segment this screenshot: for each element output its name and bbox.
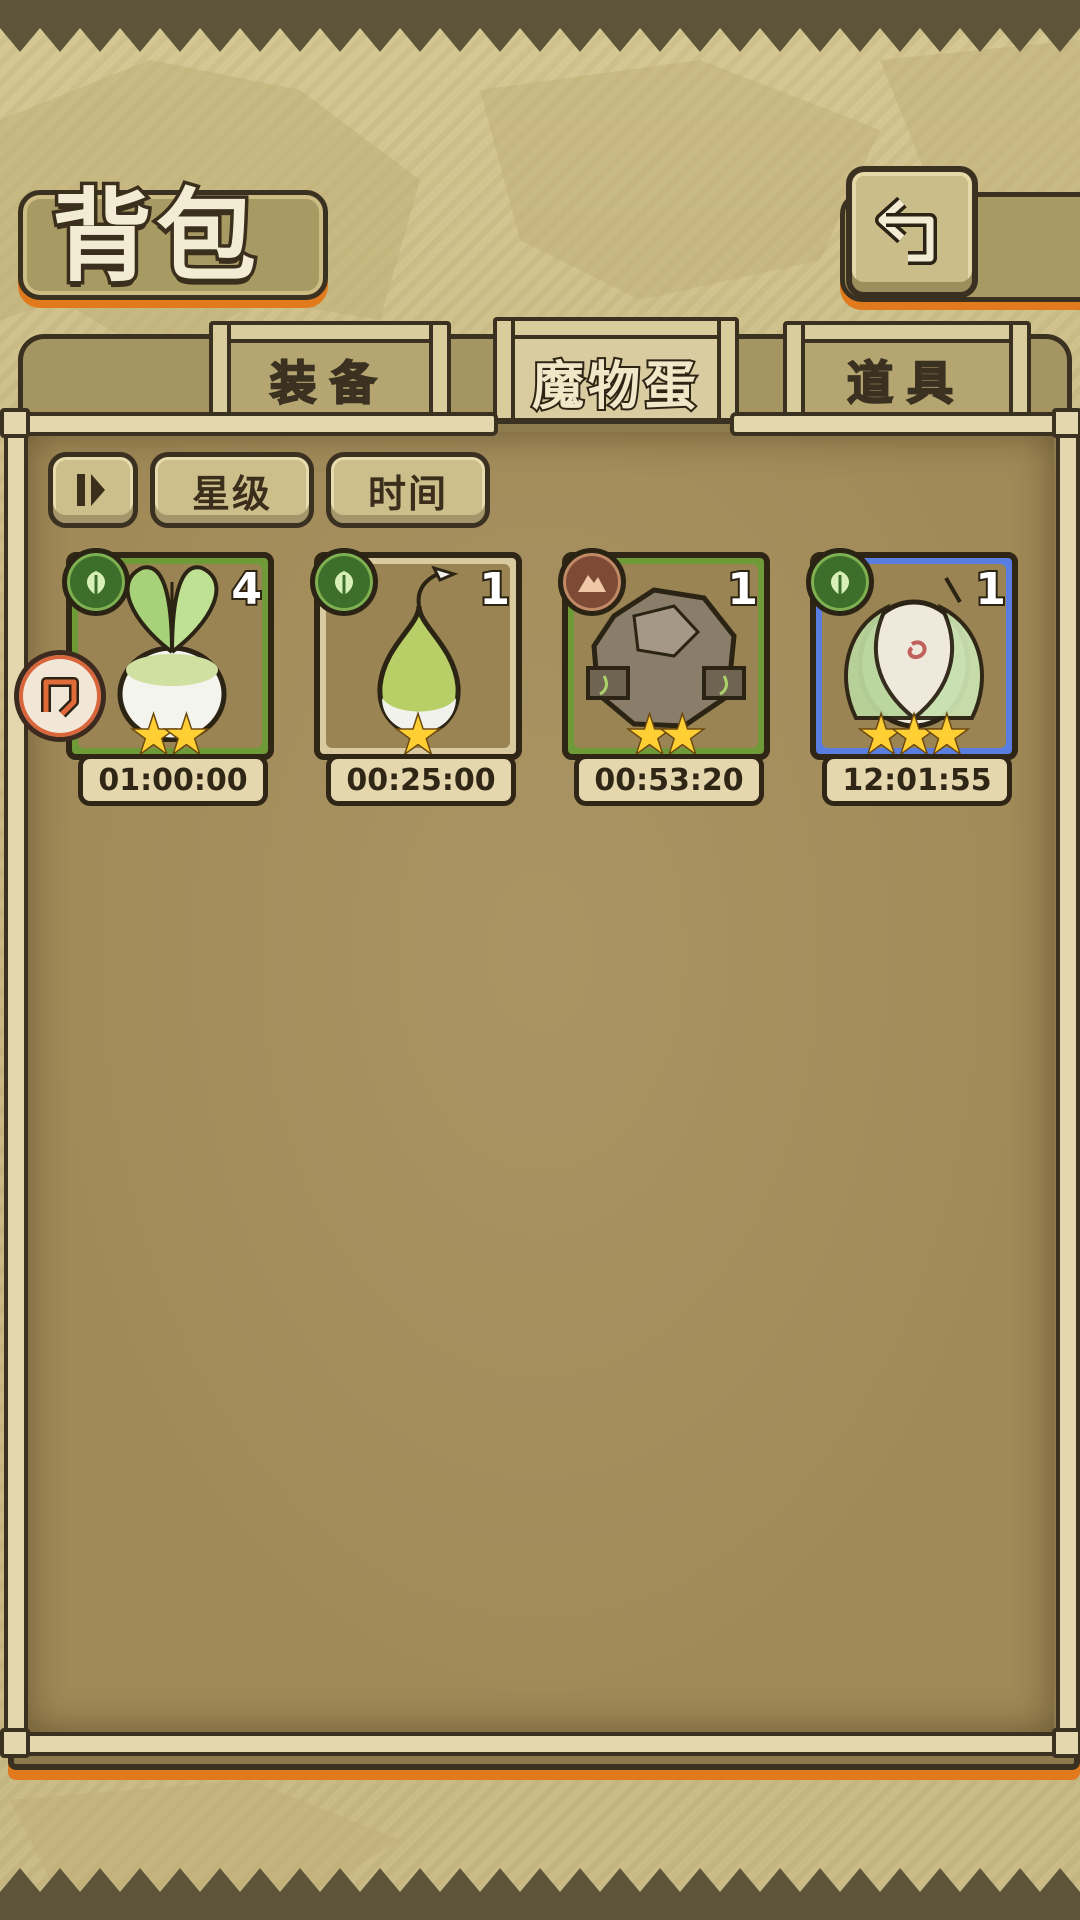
panel-corner xyxy=(0,408,30,438)
decompose-arrow-icon xyxy=(41,677,79,718)
panel-frame-top xyxy=(20,412,498,436)
sort-by-stars-label: 星级 xyxy=(191,471,272,516)
egg-timer: 00:25:00 xyxy=(326,754,516,806)
tab-beam xyxy=(225,321,435,343)
egg-count: 1 xyxy=(477,562,512,617)
leaf-icon xyxy=(830,571,850,595)
tab-beam xyxy=(509,317,723,339)
egg-timer-text: 00:25:00 xyxy=(346,762,496,798)
sort-order-toggle-button[interactable] xyxy=(48,452,138,528)
star-rating: ★ ★ xyxy=(568,706,764,764)
star-rating: ★ ★ xyxy=(72,706,268,764)
egg-count: 1 xyxy=(725,562,760,617)
panel-corner xyxy=(1052,1728,1080,1758)
leaf-icon xyxy=(334,571,354,595)
star-rating: ★ ★ ★ xyxy=(816,706,1012,764)
earth-element-badge xyxy=(558,548,626,616)
decompose-button[interactable] xyxy=(14,650,106,742)
egg-timer-text: 00:53:20 xyxy=(594,762,744,798)
panel-corner xyxy=(1052,408,1080,438)
star-icon: ★ xyxy=(923,706,971,764)
tab-equipment-label: 装备 xyxy=(269,355,390,411)
plant-element-badge xyxy=(310,548,378,616)
egg-timer: 01:00:00 xyxy=(78,754,268,806)
egg-card-rock[interactable]: 1 ★ ★ xyxy=(558,548,770,764)
egg-timer: 12:01:55 xyxy=(822,754,1012,806)
egg-timer-text: 12:01:55 xyxy=(842,762,992,798)
egg-card-turnip[interactable]: 4 ★ ★ xyxy=(62,548,274,764)
egg-card-bulb[interactable]: 1 ★ xyxy=(310,548,522,764)
plant-element-badge xyxy=(806,548,874,616)
tab-monster-eggs-label: 魔物蛋 xyxy=(530,354,700,419)
sort-by-time-button[interactable]: 时间 xyxy=(326,452,490,528)
egg-card-leaf[interactable]: 1 ★ ★ ★ xyxy=(806,548,1018,764)
mountain-icon xyxy=(578,575,606,592)
panel-frame-bottom xyxy=(20,1732,1068,1756)
panel-frame-right xyxy=(1056,420,1080,1738)
egg-timer-text: 01:00:00 xyxy=(98,762,248,798)
panel-frame-left xyxy=(4,420,28,1738)
egg-timer: 00:53:20 xyxy=(574,754,764,806)
egg-count: 1 xyxy=(973,562,1008,617)
panel-frame-top xyxy=(730,412,1068,436)
page-title: 背包 xyxy=(49,174,260,299)
sort-by-stars-button[interactable]: 星级 xyxy=(150,452,314,528)
back-arrow-icon xyxy=(875,196,937,265)
star-icon: ★ xyxy=(394,706,442,764)
sort-by-time-label: 时间 xyxy=(367,471,448,516)
sort-toggle-icon xyxy=(77,474,105,506)
plant-element-badge xyxy=(62,548,130,616)
tab-items-label: 道具 xyxy=(846,355,967,411)
top-zigzag-border xyxy=(0,0,1080,52)
star-rating: ★ xyxy=(320,706,516,764)
star-icon: ★ xyxy=(163,706,211,764)
bottom-zigzag-border xyxy=(0,1868,1080,1920)
star-icon: ★ xyxy=(659,706,707,764)
tab-beam xyxy=(799,321,1015,343)
egg-count: 4 xyxy=(229,562,264,617)
leaf-icon xyxy=(86,571,106,595)
back-button[interactable] xyxy=(846,166,978,298)
panel-corner xyxy=(0,1728,30,1758)
